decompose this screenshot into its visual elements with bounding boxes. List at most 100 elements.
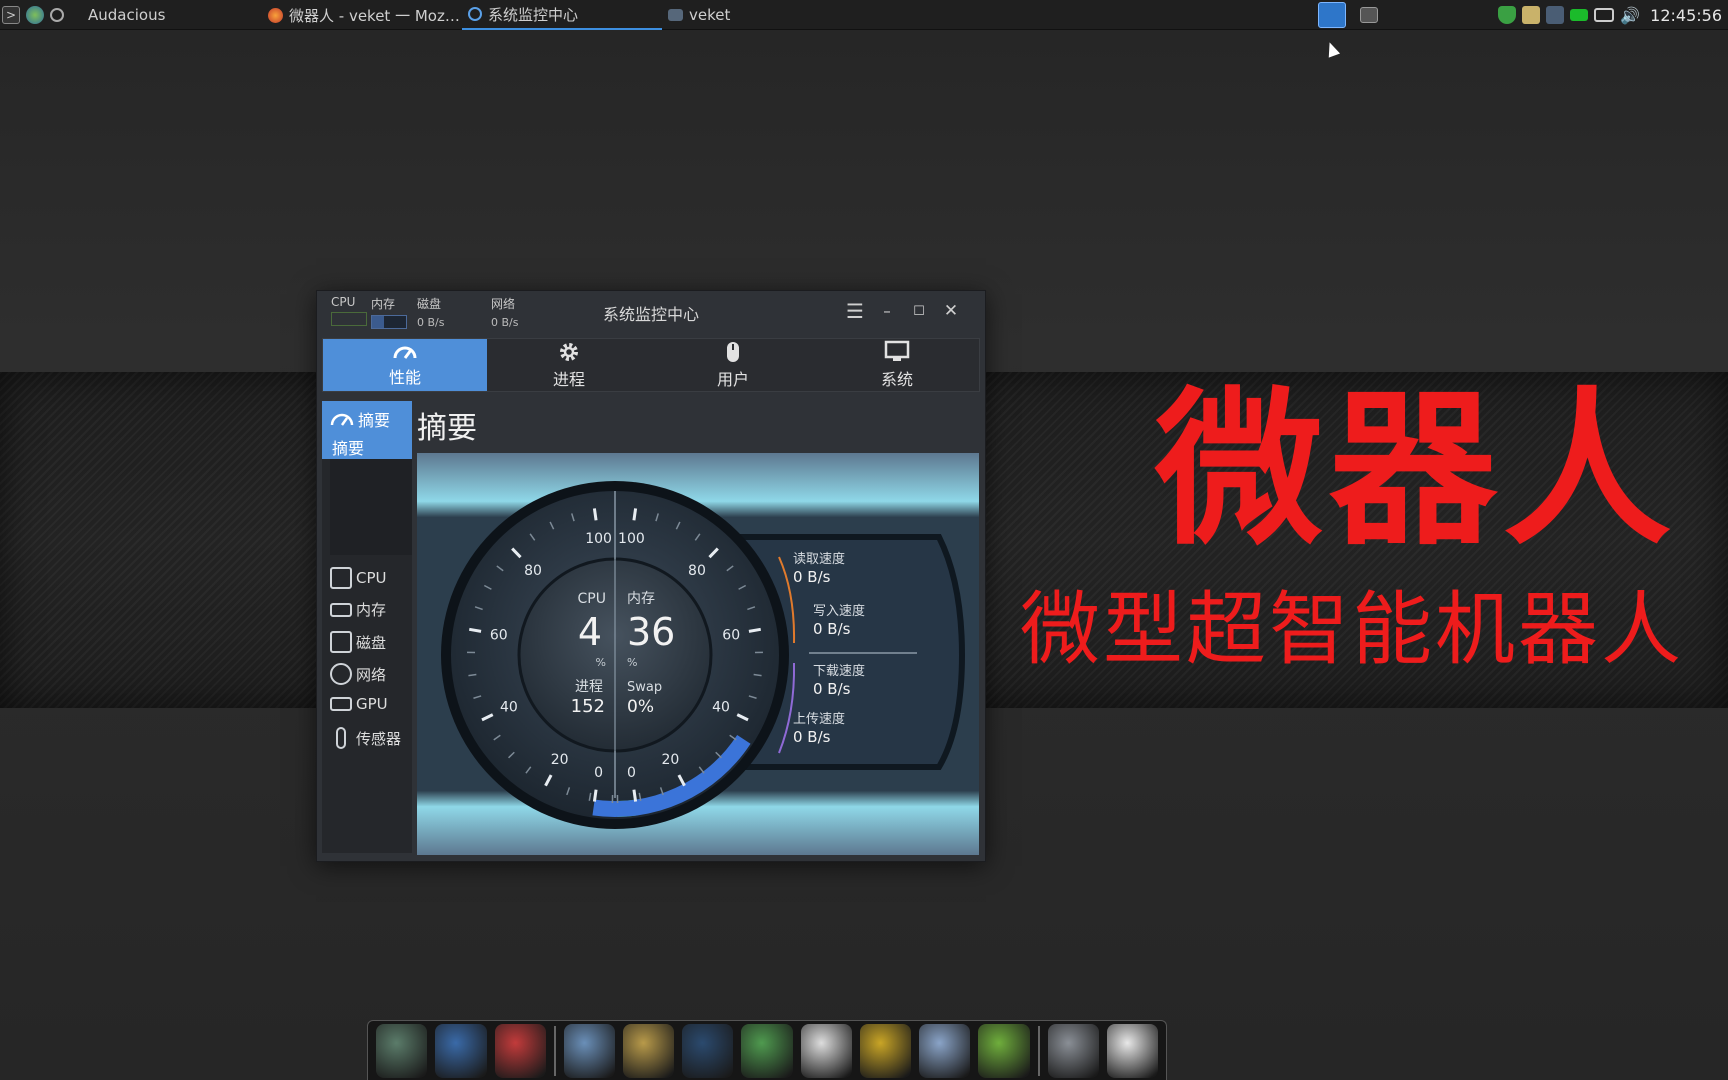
sidebar-item-label: 磁盘 [356, 633, 387, 652]
mini-network: 网络 0 B/s [491, 295, 518, 329]
mini-cpu: CPU [331, 295, 367, 326]
right-dial-tick [748, 627, 762, 633]
tab-label: 系统 [880, 370, 913, 389]
monitor-icon [884, 340, 910, 361]
drive-icon[interactable] [1047, 1023, 1099, 1078]
workspace-1-icon[interactable] [1318, 2, 1346, 28]
menu-icon[interactable]: ☰ [843, 299, 867, 323]
book-icon[interactable] [859, 1023, 912, 1078]
tab-users[interactable]: 用户 [651, 339, 815, 391]
sidebar-subitem-summary[interactable]: 摘要 [332, 435, 364, 459]
mini-cpu-label: CPU [331, 295, 356, 309]
sidebar-item-sensors[interactable]: 传感器 [330, 727, 401, 749]
system-monitor-window: CPU 内存 磁盘 0 B/s 网络 0 B/s 系统监控中心 ☰ – ☐ ✕ … [316, 290, 986, 862]
page-title: 摘要 [417, 411, 477, 446]
disk-icon [330, 631, 352, 653]
summary-gauge: 0 20 40 60 80 100 0 20 40 60 80 100 CPU 4 % 内存 36 %… [417, 453, 979, 855]
left-dial-tick-label: 20 [551, 752, 569, 768]
right-dial-tick-label: 0 [594, 765, 603, 781]
tab-processes[interactable]: 进程 [487, 339, 651, 391]
help-icon[interactable] [978, 1023, 1030, 1078]
monitor-icon[interactable] [435, 1023, 487, 1078]
mini-memory-label: 内存 [371, 297, 396, 311]
workspace-2-icon[interactable] [1360, 7, 1378, 23]
right-dial-tick-label: 100 [618, 531, 645, 547]
chart-icon[interactable] [919, 1023, 971, 1078]
globe-icon[interactable] [26, 5, 44, 24]
process-value: 152 [571, 696, 605, 717]
read-speed-label: 读取速度 [793, 551, 845, 567]
notepad-icon[interactable] [563, 1023, 615, 1078]
upload-speed-value: 0 B/s [793, 728, 831, 746]
mini-cpu-bar [331, 312, 367, 326]
sidebar-item-disk[interactable]: 磁盘 [330, 631, 386, 653]
minimize-icon[interactable]: – [875, 299, 899, 323]
download-speed-value: 0 B/s [813, 680, 851, 698]
clock[interactable]: 12:45:56 [1650, 6, 1722, 25]
task-firefox[interactable]: 微器人 - veket 一 Moz… [262, 0, 466, 30]
tab-label: 进程 [552, 370, 585, 389]
cpu-icon [330, 567, 352, 589]
network-icon[interactable] [1546, 6, 1565, 24]
process-label: 进程 [575, 679, 603, 695]
titlebar[interactable]: CPU 内存 磁盘 0 B/s 网络 0 B/s 系统监控中心 ☰ – ☐ ✕ [317, 291, 985, 335]
sidebar-item-summary[interactable]: 摘要 摘要 [322, 401, 412, 459]
system-monitor-icon [468, 7, 482, 21]
memory-unit: % [627, 656, 637, 669]
sidebar-item-memory[interactable]: 内存 [330, 599, 386, 620]
thermometer-icon [336, 727, 346, 749]
gpu-icon [330, 697, 352, 711]
tab-system[interactable]: 系统 [815, 339, 979, 391]
wallpaper-title: 微器人 [1155, 370, 1677, 568]
mini-network-value: 0 B/s [491, 316, 519, 329]
memory-icon [330, 602, 352, 617]
task-veket[interactable]: veket [662, 0, 736, 30]
tab-performance[interactable]: 性能 [323, 339, 487, 391]
mini-memory: 内存 [371, 295, 407, 329]
write-speed-value: 0 B/s [813, 620, 851, 638]
terminal-icon[interactable]: > [2, 5, 20, 24]
task-audacious[interactable]: Audacious [82, 0, 171, 30]
task-label: Audacious [88, 6, 166, 24]
sidebar-item-network[interactable]: 网络 [330, 663, 386, 685]
paint-icon[interactable] [622, 1023, 675, 1078]
shield-icon[interactable] [1498, 6, 1517, 24]
keyboard-icon[interactable] [1594, 8, 1615, 22]
battery-icon[interactable] [1570, 9, 1589, 21]
right-dial-tick [592, 789, 598, 802]
sidebar-sublist [330, 459, 412, 555]
penguin-icon[interactable] [800, 1023, 852, 1078]
mini-disk-label: 磁盘 [417, 297, 442, 311]
scanner-icon[interactable] [682, 1023, 734, 1078]
gear-icon [560, 343, 578, 361]
volume-icon[interactable]: 🔊 [1620, 6, 1640, 25]
memory-label: 内存 [627, 591, 655, 607]
task-system-monitor[interactable]: 系统监控中心 [462, 0, 662, 30]
dock-separator [1037, 1025, 1040, 1076]
maximize-icon[interactable]: ☐ [907, 299, 931, 323]
squirrel-icon[interactable] [494, 1023, 546, 1078]
network-users-icon[interactable] [741, 1023, 793, 1078]
left-dial-tick-label: 0 [627, 765, 636, 781]
file-manager-icon[interactable] [376, 1023, 428, 1078]
tab-label: 性能 [388, 368, 421, 387]
sidebar-item-label: 传感器 [356, 729, 402, 748]
left-dial-tick [592, 508, 598, 521]
left-dial-tick [632, 789, 638, 802]
media-player-icon[interactable] [50, 7, 64, 22]
left-dial-tick-label: 100 [585, 531, 612, 547]
read-speed-value: 0 B/s [793, 568, 831, 586]
close-icon[interactable]: ✕ [939, 299, 963, 323]
right-dial-tick-label: 40 [712, 700, 730, 716]
mini-disk-value: 0 B/s [417, 316, 445, 329]
right-dial-tick [632, 508, 638, 521]
clipboard-icon[interactable] [1522, 6, 1541, 24]
sidebar-item-label: 摘要 [358, 411, 391, 430]
tab-label: 用户 [716, 370, 749, 389]
brightness-icon[interactable] [1106, 1023, 1159, 1078]
task-label: 微器人 - veket 一 Moz… [289, 6, 460, 25]
sidebar-item-gpu[interactable]: GPU [330, 695, 388, 713]
sidebar-item-cpu[interactable]: CPU [330, 567, 387, 589]
task-label: 系统监控中心 [488, 5, 579, 24]
swap-label: Swap [627, 680, 662, 695]
